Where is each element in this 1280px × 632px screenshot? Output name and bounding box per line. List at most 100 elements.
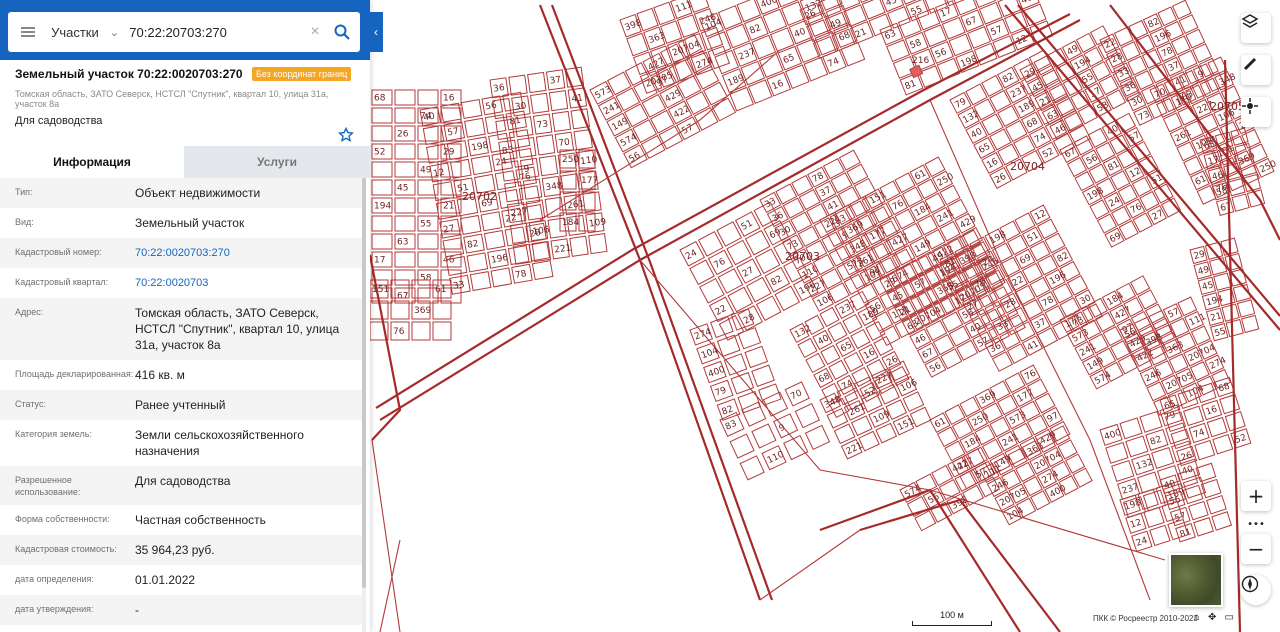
parcel[interactable] (394, 251, 416, 268)
parcel[interactable] (1193, 517, 1215, 537)
collapse-panel-button[interactable]: ‹ (369, 12, 383, 52)
parcel[interactable] (997, 0, 1022, 18)
parcel[interactable] (432, 300, 452, 320)
parcel[interactable] (1105, 441, 1129, 464)
search-input[interactable] (127, 17, 306, 47)
parcel[interactable] (371, 161, 393, 178)
parcel[interactable] (843, 351, 864, 373)
parcel[interactable] (751, 364, 775, 388)
parcel[interactable] (551, 110, 572, 133)
ruler-button[interactable] (1241, 55, 1271, 85)
parcel[interactable] (432, 321, 452, 341)
parcel[interactable] (850, 415, 873, 437)
layers-button[interactable] (1241, 13, 1271, 43)
parcel[interactable] (1149, 524, 1171, 547)
parcel-block[interactable]: 5744225657398 (899, 448, 1000, 532)
parcel[interactable] (470, 155, 493, 176)
parcel[interactable] (394, 215, 416, 232)
parcel[interactable] (417, 197, 439, 214)
info-row-link[interactable]: 70:22:0020703:270 (135, 245, 359, 261)
parcel[interactable] (1206, 495, 1227, 515)
parcel[interactable] (531, 260, 554, 281)
parcel[interactable] (417, 233, 439, 250)
parcel[interactable] (466, 252, 489, 273)
parcel[interactable] (394, 161, 416, 178)
parcel[interactable] (1208, 257, 1228, 276)
parcel[interactable] (529, 92, 550, 114)
parcel[interactable] (902, 391, 925, 413)
parcel[interactable] (1111, 459, 1135, 482)
tab-services[interactable]: Услуги (184, 146, 370, 178)
move-icon[interactable]: ✥ (1208, 612, 1216, 623)
parcel-block[interactable]: 10440079821322374018965681674 (699, 0, 866, 112)
parcel[interactable] (741, 401, 767, 427)
compass-button[interactable] (1241, 575, 1271, 605)
star-icon[interactable] (337, 126, 355, 148)
parcel[interactable] (797, 337, 818, 359)
parcel[interactable] (371, 215, 393, 232)
chevron-down-icon[interactable]: ⌄ (110, 26, 128, 39)
parcel[interactable] (1143, 506, 1165, 529)
panel-scrollbar[interactable] (362, 178, 366, 632)
parcel[interactable] (371, 233, 393, 250)
clear-icon[interactable]: × (305, 23, 325, 41)
parcel-block[interactable]: 68 16742652 294945194 21556317 465867 (371, 89, 462, 304)
parcel[interactable] (507, 245, 530, 266)
parcel[interactable] (527, 71, 547, 94)
parcel[interactable] (716, 334, 741, 357)
parcel[interactable] (417, 89, 439, 106)
parcel[interactable] (1211, 511, 1233, 531)
parcel[interactable] (411, 321, 431, 341)
parcel[interactable] (440, 102, 462, 123)
parcel[interactable] (1231, 193, 1250, 212)
parcel[interactable] (569, 235, 589, 257)
parcel[interactable] (739, 455, 765, 481)
home-icon[interactable]: ⌂ (1194, 612, 1200, 623)
parcel[interactable] (1119, 417, 1143, 440)
parcel[interactable] (1125, 435, 1149, 458)
tab-information[interactable]: Информация (0, 146, 184, 178)
parcel[interactable] (371, 179, 393, 196)
parcel[interactable] (582, 191, 602, 213)
parcel[interactable] (842, 313, 863, 335)
parcel[interactable] (538, 155, 559, 177)
parcel[interactable] (394, 89, 416, 106)
parcel-block[interactable]: 83709110 (719, 381, 831, 481)
zoom-in-button[interactable]: + (1241, 481, 1271, 511)
info-row-link[interactable]: 70:22:0020703 (135, 275, 359, 291)
menu-icon[interactable] (8, 12, 47, 52)
parcel[interactable] (445, 255, 468, 277)
parcel[interactable] (1187, 500, 1209, 521)
parcel[interactable] (1151, 446, 1175, 470)
satellite-minimap[interactable] (1169, 553, 1223, 607)
parcel[interactable] (480, 211, 503, 232)
parcel[interactable] (1225, 318, 1244, 338)
parcel[interactable] (390, 300, 410, 320)
parcel[interactable] (805, 352, 826, 374)
parcel[interactable] (819, 306, 840, 328)
parcel-block[interactable]: 6740565781198122451766927 (1059, 112, 1182, 248)
parcel[interactable] (1219, 393, 1241, 415)
parcel[interactable] (751, 423, 777, 449)
parcel[interactable] (469, 271, 492, 292)
locate-button[interactable] (1241, 97, 1271, 127)
parcel[interactable] (560, 173, 580, 195)
parcel[interactable] (878, 383, 900, 405)
parcel[interactable] (1236, 299, 1256, 318)
parcel[interactable] (875, 422, 898, 444)
parcel[interactable] (744, 345, 769, 369)
parcel[interactable] (826, 407, 849, 429)
parcel[interactable] (737, 326, 762, 350)
parcel[interactable] (1213, 272, 1232, 291)
search-button[interactable] (325, 24, 360, 40)
parcel[interactable] (371, 125, 393, 142)
parcel[interactable] (850, 328, 871, 350)
parcel[interactable] (794, 403, 820, 429)
parcel-grid[interactable]: 68 16742652 294945194 21556317 4658674056578… (369, 0, 1279, 552)
parcel[interactable] (394, 197, 416, 214)
parcel[interactable] (820, 344, 841, 366)
parcel-block[interactable]: 6317465867 (1199, 127, 1266, 216)
parcel[interactable] (1241, 314, 1260, 334)
parcel[interactable] (833, 423, 856, 445)
parcel[interactable] (417, 251, 439, 268)
